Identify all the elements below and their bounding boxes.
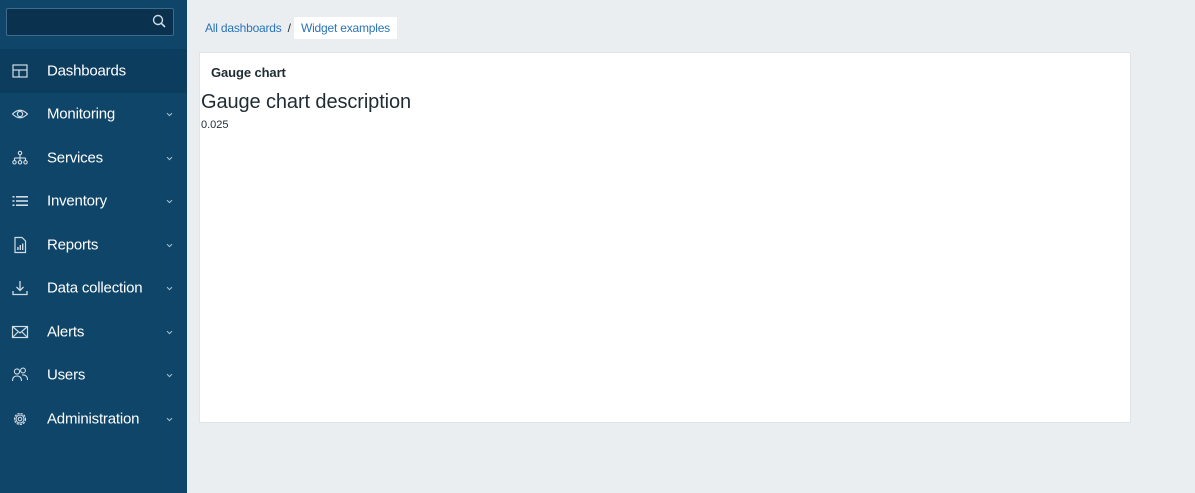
search-icon[interactable] [150, 13, 168, 31]
chevron-down-icon [166, 417, 173, 422]
search-box[interactable] [6, 8, 174, 36]
dashboards-icon [12, 64, 28, 78]
gauge-value: 0.025 [201, 119, 229, 131]
chevron-down-icon [166, 373, 173, 378]
chevron-down-icon [166, 243, 173, 248]
breadcrumb-current-dashboard[interactable]: Widget examples [293, 17, 397, 39]
sidebar-item-dashboards[interactable]: Dashboards [0, 49, 187, 93]
gear-icon [13, 412, 27, 425]
chevron-down-icon [166, 199, 173, 204]
breadcrumb: All dashboards / Widget examples [199, 17, 397, 39]
sidebar-item-users[interactable]: Users [0, 354, 187, 398]
search-input[interactable] [7, 9, 147, 35]
chevron-down-icon [166, 156, 173, 161]
list-icon [12, 196, 28, 207]
envelope-icon [11, 325, 29, 338]
gauge-chart-widget: Gauge chart Gauge chart description 0.02… [199, 52, 1131, 423]
sidebar-item-monitoring[interactable]: Monitoring [0, 93, 187, 137]
sidebar-item-label: Alerts [47, 323, 85, 341]
chevron-down-icon [166, 330, 173, 335]
sidebar-item-label: Services [47, 149, 103, 167]
sidebar: Dashboards Monitoring Services Inventory… [0, 0, 187, 493]
hierarchy-icon [12, 150, 28, 165]
sidebar-item-reports[interactable]: Reports [0, 223, 187, 267]
sidebar-item-label: Monitoring [47, 105, 116, 123]
sidebar-item-inventory[interactable]: Inventory [0, 180, 187, 224]
download-icon [12, 281, 28, 296]
sidebar-item-services[interactable]: Services [0, 136, 187, 180]
sidebar-item-label: Data collection [47, 279, 143, 297]
report-icon [14, 236, 27, 253]
sidebar-item-label: Reports [47, 236, 99, 254]
breadcrumb-separator: / [287, 21, 291, 35]
sidebar-item-label: Inventory [47, 192, 107, 210]
widget-title: Gauge chart [211, 65, 286, 80]
sidebar-item-administration[interactable]: Administration [0, 397, 187, 441]
chevron-down-icon [166, 112, 173, 117]
users-icon [11, 367, 29, 382]
gauge-description: Gauge chart description [201, 91, 412, 113]
sidebar-item-data-collection[interactable]: Data collection [0, 267, 187, 311]
sidebar-item-label: Users [47, 366, 86, 384]
eye-icon [11, 109, 29, 119]
sidebar-item-label: Administration [47, 410, 140, 428]
chevron-down-icon [166, 286, 173, 291]
sidebar-item-alerts[interactable]: Alerts [0, 310, 187, 354]
main-nav: Dashboards Monitoring Services Inventory… [0, 49, 187, 441]
sidebar-item-label: Dashboards [47, 62, 126, 80]
breadcrumb-all-dashboards-link[interactable]: All dashboards [199, 21, 288, 35]
